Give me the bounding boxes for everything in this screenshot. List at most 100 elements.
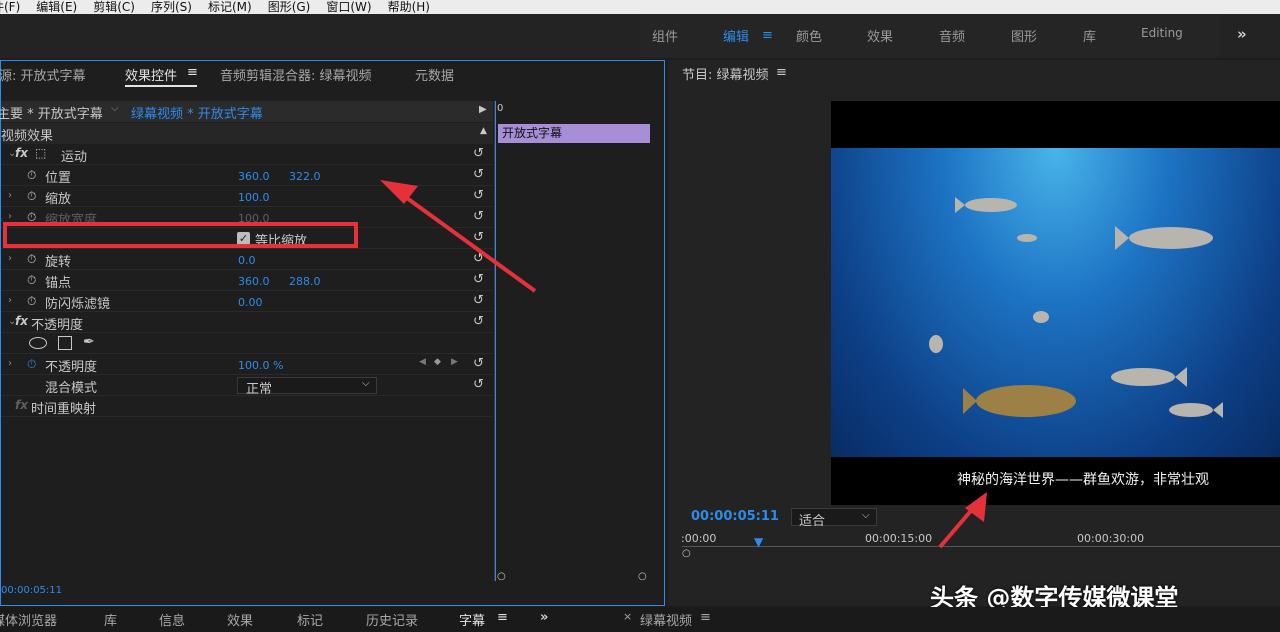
anchor-x-value[interactable]: 360.0 bbox=[238, 275, 270, 288]
menu-clip[interactable]: 剪辑(C) bbox=[93, 0, 135, 14]
stopwatch-icon[interactable]: ⏱ bbox=[27, 252, 36, 267]
tab-media-browser[interactable]: 媒体浏览器 bbox=[0, 610, 57, 629]
prev-keyframe-icon[interactable]: ◀ bbox=[419, 357, 426, 367]
tab-history[interactable]: 历史记录 bbox=[366, 610, 418, 629]
scale-value[interactable]: 100.0 bbox=[238, 191, 270, 204]
reset-icon[interactable]: ↺ bbox=[473, 188, 484, 203]
workspace-tab-color[interactable]: 颜色 bbox=[796, 26, 822, 45]
close-icon[interactable]: × bbox=[623, 610, 632, 623]
workspace-tab-libraries[interactable]: 库 bbox=[1083, 26, 1096, 45]
pen-mask-icon[interactable]: ✒ bbox=[83, 334, 95, 350]
opacity-value[interactable]: 100.0 % bbox=[238, 359, 283, 372]
anti-flicker-value[interactable]: 0.00 bbox=[238, 296, 263, 309]
blend-mode-row[interactable]: 混合模式 正常 ⌵ ↺ bbox=[1, 375, 493, 397]
opacity-prop-row[interactable]: › ⏱ 不透明度 100.0 % ◀ ◆ ▶ ↺ bbox=[1, 354, 493, 375]
workspace-tab-effects[interactable]: 效果 bbox=[867, 26, 893, 45]
tab-source[interactable]: 源: 开放式字幕 bbox=[0, 65, 86, 84]
chevron-right-icon[interactable]: › bbox=[8, 358, 12, 369]
scale-row[interactable]: › ⏱ 缩放 100.0 ↺ bbox=[1, 186, 493, 207]
menu-graphics[interactable]: 图形(G) bbox=[268, 0, 311, 14]
tab-markers[interactable]: 标记 bbox=[297, 610, 323, 629]
chevron-down-icon[interactable]: ⌵ bbox=[111, 103, 119, 114]
master-clip-label[interactable]: 主要 * 开放式字幕 bbox=[0, 103, 103, 122]
tab-libraries[interactable]: 库 bbox=[104, 610, 117, 629]
menu-sequence[interactable]: 序列(S) bbox=[151, 0, 192, 14]
menu-file[interactable]: 件(F) bbox=[0, 0, 20, 14]
playhead[interactable] bbox=[495, 101, 496, 581]
stopwatch-icon[interactable]: ⏱ bbox=[27, 294, 36, 309]
tab-menu-icon[interactable]: ≡ bbox=[187, 65, 198, 80]
program-menu-icon[interactable]: ≡ bbox=[776, 65, 787, 80]
stopwatch-icon[interactable]: ⏱ bbox=[27, 357, 36, 372]
tab-menu-icon[interactable]: ≡ bbox=[497, 610, 508, 625]
stopwatch-icon[interactable]: ⏱ bbox=[27, 273, 36, 288]
chevron-down-icon[interactable]: ⌵ bbox=[362, 378, 370, 389]
position-row[interactable]: ⏱ 位置 360.0 322.0 ↺ bbox=[1, 165, 493, 186]
collapse-up-icon[interactable]: ▲ bbox=[480, 126, 487, 136]
scroll-handle-right-icon[interactable]: ○ bbox=[638, 571, 647, 582]
effect-timeline[interactable]: 0 开放式字幕 ○ ○ bbox=[494, 101, 664, 582]
clip-bar[interactable]: 开放式字幕 bbox=[498, 124, 650, 143]
workspace-tab-editing[interactable]: 编辑 bbox=[723, 26, 749, 45]
blend-mode-select[interactable]: 正常 ⌵ bbox=[237, 377, 377, 397]
tab-captions[interactable]: 字幕 bbox=[459, 610, 485, 629]
tab-effects[interactable]: 效果 bbox=[227, 610, 253, 629]
position-x-value[interactable]: 360.0 bbox=[238, 170, 270, 183]
chevron-right-icon[interactable]: › bbox=[8, 253, 12, 264]
opacity-row[interactable]: ⌄ fx 不透明度 ↺ bbox=[1, 312, 493, 333]
workspace-tab-audio[interactable]: 音频 bbox=[939, 26, 965, 45]
ellipse-mask-icon[interactable] bbox=[29, 337, 47, 349]
rectangle-mask-icon[interactable] bbox=[58, 336, 72, 350]
time-remap-row[interactable]: fx 时间重映射 bbox=[1, 396, 493, 417]
anchor-y-value[interactable]: 288.0 bbox=[289, 275, 321, 288]
reset-icon[interactable]: ↺ bbox=[473, 251, 484, 266]
anti-flicker-row[interactable]: › ⏱ 防闪烁滤镜 0.00 ↺ bbox=[1, 291, 493, 312]
menu-help[interactable]: 帮助(H) bbox=[388, 0, 430, 14]
chevron-right-icon[interactable]: › bbox=[8, 211, 12, 222]
scroll-handle-left-icon[interactable]: ○ bbox=[682, 548, 691, 559]
motion-row[interactable]: ⌄ fx ⬚ 运动 ↺ bbox=[1, 144, 493, 165]
tab-metadata[interactable]: 元数据 bbox=[415, 65, 454, 84]
sequence-clip-label[interactable]: 绿幕视频 * 开放式字幕 bbox=[131, 103, 263, 122]
reset-icon[interactable]: ↺ bbox=[473, 230, 484, 245]
stopwatch-icon[interactable]: ⏱ bbox=[27, 168, 36, 183]
chevron-right-icon[interactable]: › bbox=[8, 295, 12, 306]
program-title[interactable]: 节目: 绿幕视频 bbox=[682, 64, 769, 83]
tab-info[interactable]: 信息 bbox=[159, 610, 185, 629]
tab-sequence[interactable]: 绿幕视频 bbox=[640, 610, 692, 629]
reset-icon[interactable]: ↺ bbox=[473, 377, 484, 392]
video-preview[interactable]: 神秘的海洋世界——群鱼欢游，非常壮观 bbox=[831, 101, 1280, 505]
reset-icon[interactable]: ↺ bbox=[473, 209, 484, 224]
workspace-menu-icon[interactable]: ≡ bbox=[762, 28, 773, 43]
tab-overflow-icon[interactable]: » bbox=[540, 610, 548, 625]
menu-markers[interactable]: 标记(M) bbox=[208, 0, 252, 14]
effect-controls-timecode[interactable]: 00:00:05:11 bbox=[1, 585, 62, 596]
scroll-handle-left-icon[interactable]: ○ bbox=[497, 571, 506, 582]
workspace-tab-graphics[interactable]: 图形 bbox=[1011, 26, 1037, 45]
reset-icon[interactable]: ↺ bbox=[473, 146, 484, 161]
program-timecode[interactable]: 00:00:05:11 bbox=[691, 509, 779, 524]
reset-icon[interactable]: ↺ bbox=[473, 356, 484, 371]
play-triangle-icon[interactable]: ▶ bbox=[479, 104, 487, 115]
next-keyframe-icon[interactable]: ▶ bbox=[451, 357, 458, 367]
reset-icon[interactable]: ↺ bbox=[473, 272, 484, 287]
rotation-value[interactable]: 0.0 bbox=[238, 254, 256, 267]
workspace-overflow-icon[interactable]: » bbox=[1237, 25, 1247, 43]
menu-edit[interactable]: 编辑(E) bbox=[36, 0, 77, 14]
reset-icon[interactable]: ↺ bbox=[473, 167, 484, 182]
chevron-right-icon[interactable]: › bbox=[8, 190, 12, 201]
tab-audio-clip-mixer[interactable]: 音频剪辑混合器: 绿幕视频 bbox=[220, 65, 372, 84]
chevron-down-icon[interactable]: ⌵ bbox=[862, 510, 870, 521]
playhead-marker-icon[interactable]: ▼ bbox=[754, 535, 763, 549]
workspace-tab-editing-en[interactable]: Editing bbox=[1141, 26, 1183, 40]
tab-effect-controls[interactable]: 效果控件 bbox=[125, 65, 177, 84]
add-keyframe-icon[interactable]: ◆ bbox=[434, 357, 441, 367]
menu-window[interactable]: 窗口(W) bbox=[326, 0, 371, 14]
rotation-row[interactable]: › ⏱ 旋转 0.0 ↺ bbox=[1, 249, 493, 270]
position-y-value[interactable]: 322.0 bbox=[289, 170, 321, 183]
stopwatch-icon[interactable]: ⏱ bbox=[27, 189, 36, 204]
fit-select[interactable]: 适合 ⌵ bbox=[791, 508, 877, 529]
tab-menu-icon[interactable]: ≡ bbox=[700, 610, 711, 625]
anchor-row[interactable]: ⏱ 锚点 360.0 288.0 ↺ bbox=[1, 270, 493, 291]
workspace-tab-assembly[interactable]: 组件 bbox=[652, 26, 678, 45]
